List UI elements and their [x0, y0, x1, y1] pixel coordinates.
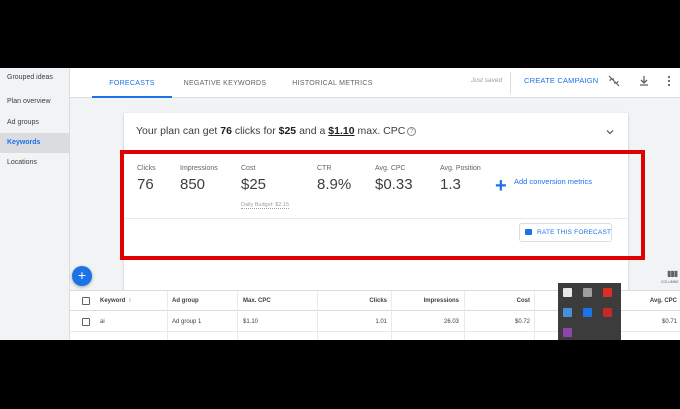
header-keyword[interactable]: Keyword ↑ [100, 291, 131, 311]
header-clicks[interactable]: Clicks [330, 291, 387, 311]
metric-value: $25 [241, 176, 267, 193]
sidebar-nav: Grouped ideas Plan overview Ad groups Ke… [0, 68, 70, 340]
plus-icon: + [495, 175, 507, 197]
chevron-down-icon[interactable] [604, 126, 616, 138]
metric-impressions: Impressions 850 [180, 165, 218, 193]
summary-clicks: 76 [220, 125, 232, 137]
tab-forecasts[interactable]: FORECASTS [92, 68, 172, 98]
link-off-icon[interactable] [607, 74, 621, 88]
rate-forecast-label: RATE THIS FORECAST [537, 229, 612, 236]
download-icon[interactable] [637, 74, 651, 88]
rate-forecast-button[interactable]: RATE THIS FORECAST [519, 223, 612, 242]
tab-negative-keywords[interactable]: NEGATIVE KEYWORDS [180, 68, 270, 98]
metric-value: 850 [180, 176, 206, 193]
cell-cost: $0.72 [514, 319, 530, 325]
header-avg-cpc[interactable]: Avg. CPC [620, 291, 677, 311]
metric-clicks: Clicks 76 [137, 165, 156, 193]
app-tray-icon[interactable] [563, 328, 572, 337]
cell-ad-group[interactable]: Ad group 1 [172, 312, 201, 332]
keyword-planner-app: Grouped ideas Plan overview Ad groups Ke… [0, 68, 680, 340]
summary-suffix: max. CPC [354, 125, 406, 137]
column-divider [167, 291, 168, 340]
summary-mid1: clicks for [231, 125, 279, 137]
sidebar-item-grouped-ideas[interactable]: Grouped ideas [0, 68, 70, 88]
metric-label: Avg. Position [440, 165, 481, 172]
metric-label: Clicks [137, 165, 156, 172]
metric-value: 8.9% [317, 176, 352, 193]
sidebar-item-plan-overview[interactable]: Plan overview [0, 92, 70, 112]
metric-value: 1.3 [440, 176, 461, 193]
header-impressions[interactable]: Impressions [400, 291, 459, 311]
app-tray-icon[interactable] [603, 288, 612, 297]
cell-avg-cpc: $0.71 [661, 319, 677, 325]
metric-ctr: CTR 8.9% [317, 165, 351, 193]
metric-label: Impressions [180, 165, 218, 172]
summary-cost: $25 [278, 125, 297, 137]
add-conversion-metrics-button[interactable]: + Add conversion metrics [495, 175, 595, 199]
cell-max-cpc[interactable]: $1.10 [243, 312, 258, 332]
column-divider [534, 291, 535, 340]
system-tray-popup [558, 283, 621, 340]
help-icon[interactable]: ? [407, 127, 417, 136]
tab-historical-metrics[interactable]: HISTORICAL METRICS [285, 68, 380, 98]
save-status: Just saved [471, 77, 503, 84]
columns-button[interactable]: ▮▮▮ COLUMNS [657, 268, 679, 288]
feedback-icon [525, 229, 532, 235]
divider [510, 72, 511, 94]
summary-mid2: and a [296, 125, 329, 137]
summary-prefix: Your plan can get [136, 125, 221, 137]
header-cost[interactable]: Cost [470, 291, 530, 311]
columns-label: COLUMNS [661, 280, 679, 284]
top-tab-bar: FORECASTS NEGATIVE KEYWORDS HISTORICAL M… [70, 68, 680, 98]
add-fab-button[interactable]: + [72, 266, 92, 286]
cell-clicks: 1.01 [375, 319, 387, 325]
metric-value: $0.33 [375, 176, 413, 193]
app-tray-icon[interactable] [603, 308, 612, 317]
column-divider [391, 291, 392, 340]
header-keyword-label: Keyword [100, 298, 126, 304]
metric-label: CTR [317, 165, 332, 172]
summary-cpc[interactable]: $1.10 [328, 125, 354, 137]
app-tray-icon[interactable] [563, 308, 572, 317]
app-tray-icon[interactable] [563, 288, 572, 297]
forecast-card: Your plan can get 76 clicks for $25 and … [124, 113, 628, 300]
forecast-summary-text: Your plan can get 76 clicks for $25 and … [136, 125, 417, 137]
sidebar-item-locations[interactable]: Locations [0, 153, 70, 173]
divider [124, 218, 628, 219]
columns-icon: ▮▮▮ [667, 269, 678, 278]
sort-up-icon: ↑ [128, 298, 132, 304]
metric-cost: Cost $25 Daily Budget: $2.15 [241, 165, 290, 211]
metric-avg-cpc: Avg. CPC $0.33 [375, 165, 413, 193]
header-max-cpc[interactable]: Max. CPC [243, 291, 271, 311]
bluetooth-icon[interactable] [583, 308, 592, 317]
header-ad-group[interactable]: Ad group [172, 291, 199, 311]
cell-impressions: 26.03 [443, 319, 459, 325]
sidebar-item-ad-groups[interactable]: Ad groups [0, 113, 70, 133]
column-divider [317, 291, 318, 340]
metric-label: Avg. CPC [375, 165, 406, 172]
daily-budget-link[interactable]: Daily Budget: $2.15 [241, 202, 290, 209]
add-conversion-label: Add conversion metrics [514, 177, 592, 186]
metric-label: Cost [241, 165, 256, 172]
select-all-checkbox[interactable] [82, 297, 90, 305]
more-vert-icon[interactable] [662, 74, 676, 88]
metric-value: 76 [137, 176, 154, 193]
sidebar-item-keywords[interactable]: Keywords [0, 133, 70, 153]
create-campaign-button[interactable]: CREATE CAMPAIGN [524, 68, 598, 94]
column-divider [237, 291, 238, 340]
column-divider [464, 291, 465, 340]
cell-keyword[interactable]: ai [100, 312, 105, 332]
metric-avg-position: Avg. Position 1.3 [440, 165, 481, 193]
app-tray-icon[interactable] [583, 288, 592, 297]
row-checkbox[interactable] [82, 318, 90, 326]
forecast-summary: Your plan can get 76 clicks for $25 and … [124, 113, 628, 151]
